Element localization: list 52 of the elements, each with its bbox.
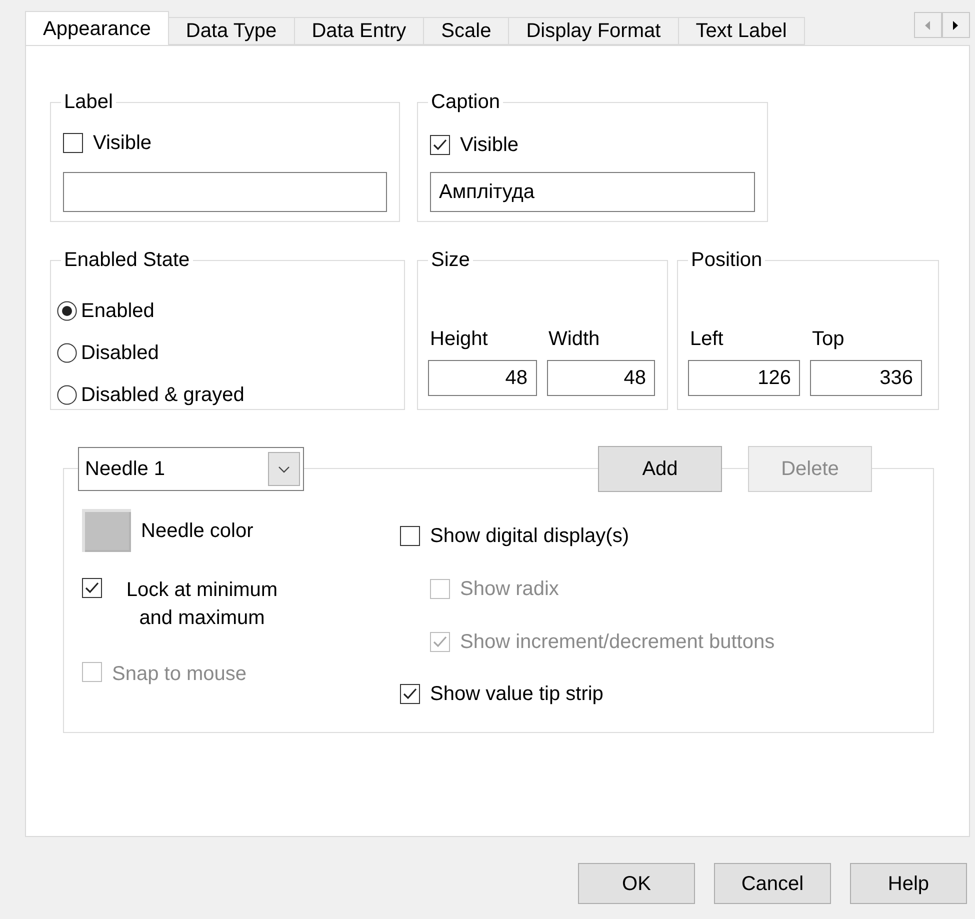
group-title: Enabled State (63, 250, 191, 270)
caption-field[interactable]: Амплітуда (430, 172, 755, 212)
right-arrow-icon (953, 20, 959, 30)
group-title: Size (430, 250, 471, 270)
checkbox[interactable] (400, 526, 420, 546)
checkbox[interactable] (82, 578, 102, 598)
needle-color-label: Needle color (141, 518, 254, 544)
checkbox[interactable] (63, 133, 83, 153)
field-label: Width (548, 327, 601, 352)
needle-dropdown[interactable]: Needle 1 (78, 447, 304, 491)
position-field[interactable]: 126 (688, 360, 800, 396)
left-arrow-icon (925, 20, 931, 30)
checkbox-label: Snap to mouse (112, 662, 248, 687)
chevron-down-icon (278, 466, 290, 472)
color-swatch[interactable] (82, 509, 131, 552)
field-label: Top (812, 327, 846, 352)
field-label: Height (430, 327, 489, 352)
add-button[interactable]: Add (598, 446, 722, 492)
checkbox-label: Visible (460, 133, 519, 158)
tab[interactable]: Text Label (678, 17, 805, 45)
radio-label: Enabled (81, 299, 154, 324)
position-field[interactable]: 336 (810, 360, 922, 396)
tab[interactable]: Data Entry (294, 17, 424, 45)
checkbox[interactable] (430, 135, 450, 155)
dialog-button[interactable]: OK (578, 863, 695, 904)
checkbox-label: Show radix (460, 577, 559, 602)
dropdown-value: Needle 1 (85, 457, 166, 482)
tab[interactable]: Appearance (25, 11, 169, 45)
dialog-button[interactable]: Cancel (714, 863, 831, 904)
size-field[interactable]: 48 (428, 360, 536, 396)
group-title: Label (63, 92, 114, 112)
checkbox[interactable] (400, 684, 420, 704)
tab[interactable]: Data Type (168, 17, 295, 45)
tab[interactable]: Scale (424, 17, 510, 45)
checkbox-label: Show increment/decrement buttons (460, 630, 775, 655)
tab[interactable]: Display Format (509, 17, 679, 45)
group-title: Caption (430, 92, 501, 112)
radio-button[interactable] (57, 385, 77, 405)
label-field[interactable] (63, 172, 387, 212)
radio-button[interactable] (57, 343, 77, 363)
group-title: Position (690, 250, 764, 270)
checkbox-label: Lock at minimum and maximum (125, 578, 279, 631)
dialog-button[interactable]: Help (850, 863, 967, 904)
checkbox-label: Show digital display(s) (430, 524, 629, 549)
field-label: Left (690, 327, 724, 352)
checkbox-label: Visible (93, 131, 152, 156)
size-field[interactable]: 48 (546, 360, 655, 396)
checkbox-label: Show value tip strip (430, 682, 604, 707)
radio-label: Disabled (81, 341, 159, 366)
scroll-right-button[interactable] (942, 12, 970, 38)
radio-button[interactable] (57, 301, 77, 321)
radio-label: Disabled & grayed (81, 383, 244, 408)
